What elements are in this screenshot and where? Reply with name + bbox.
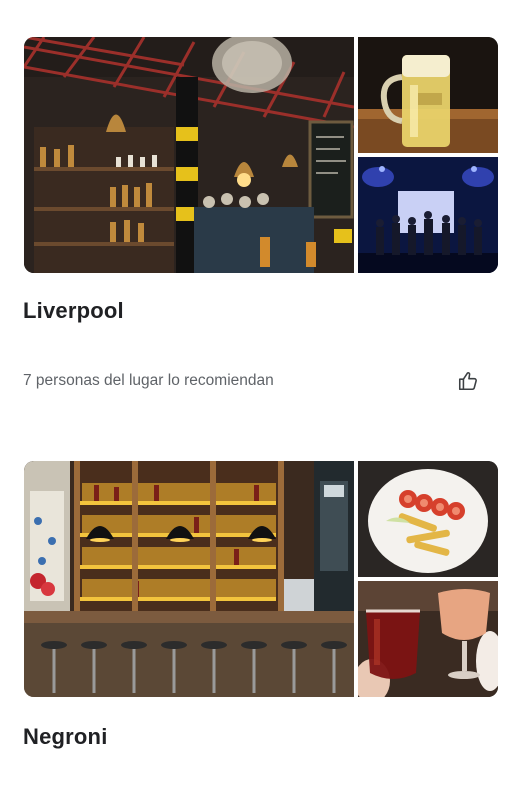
side-photo-top[interactable] (358, 37, 498, 153)
thumbs-up-icon[interactable] (455, 368, 481, 394)
place-title[interactable]: Liverpool (23, 298, 124, 324)
recommendation-text: 7 personas del lugar lo recomiendan (23, 372, 274, 389)
side-photo-top[interactable] (358, 461, 498, 577)
place-card-negroni[interactable]: Negroni (0, 420, 523, 786)
side-photo-bottom[interactable] (358, 157, 498, 273)
side-photo-bottom[interactable] (358, 581, 498, 697)
place-title[interactable]: Negroni (23, 724, 108, 750)
main-photo[interactable] (24, 37, 354, 273)
main-photo[interactable] (24, 461, 354, 697)
photo-gallery[interactable] (24, 37, 498, 273)
place-card-liverpool[interactable]: Liverpool 7 personas del lugar lo recomi… (0, 0, 523, 420)
photo-gallery[interactable] (24, 461, 498, 697)
